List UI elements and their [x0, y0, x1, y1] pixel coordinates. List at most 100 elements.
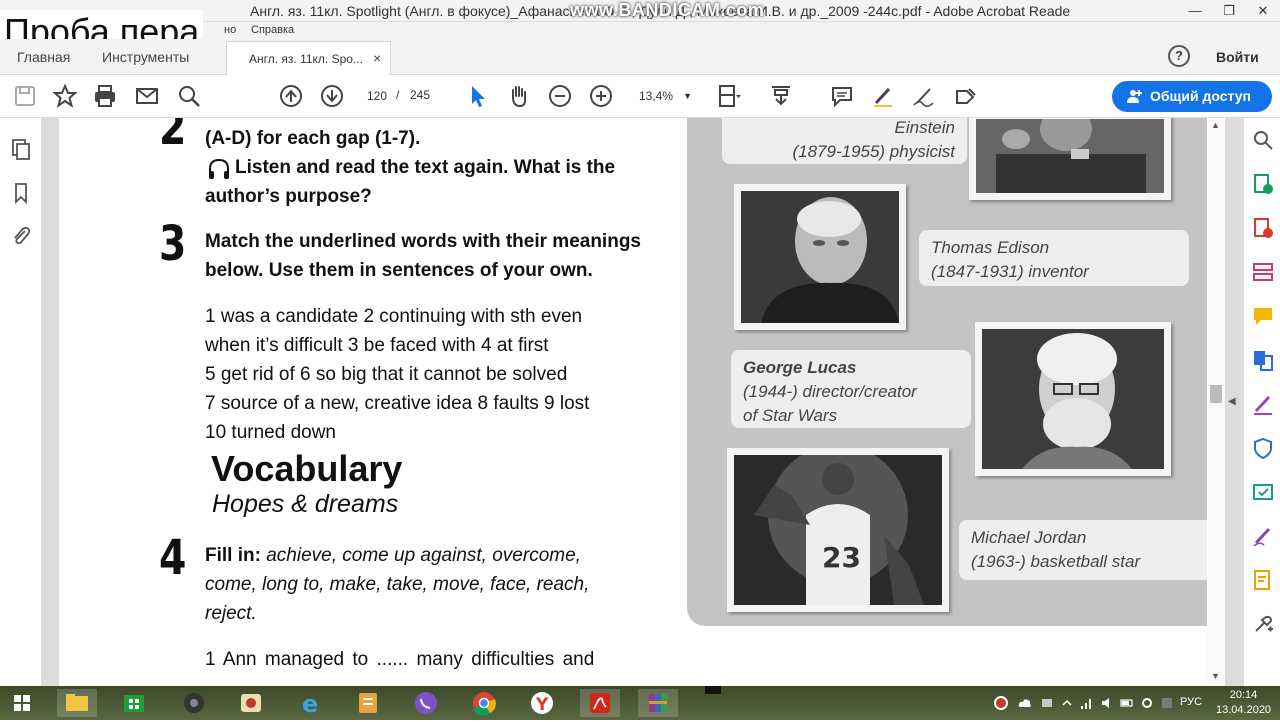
share-button[interactable]: Общий доступ — [1112, 81, 1272, 112]
page-separator: / — [396, 88, 400, 102]
start-icon[interactable] — [2, 689, 42, 717]
exercise-2-line1: (A-D) for each gap (1-7). — [205, 128, 421, 149]
ie-icon[interactable]: e — [291, 689, 331, 718]
save-icon[interactable] — [12, 83, 38, 109]
winrar-icon[interactable] — [638, 689, 678, 717]
minimize-button[interactable]: — — [1178, 0, 1212, 22]
svg-text:e: e — [302, 690, 318, 717]
zoom-in-icon[interactable] — [588, 83, 614, 109]
hand-tool-icon[interactable] — [506, 83, 532, 109]
caption-einstein-desc: (1879-1955) physicist — [792, 142, 955, 161]
jersey-number: 23 — [822, 541, 861, 574]
scroll-up-icon[interactable]: ▲ — [1211, 120, 1220, 130]
file-explorer-icon[interactable] — [57, 689, 97, 717]
print-icon[interactable] — [92, 83, 118, 109]
page-number-input[interactable]: 120 — [362, 85, 392, 107]
select-cursor-icon[interactable] — [465, 83, 491, 109]
menu-item-partial[interactable]: но — [224, 24, 236, 36]
record-icon[interactable] — [994, 696, 1008, 710]
tray-app-2-icon[interactable] — [1160, 696, 1174, 710]
sign-icon[interactable] — [953, 83, 979, 109]
edit-pdf-icon[interactable] — [1252, 525, 1274, 547]
exercise-3-item-line: 7 source of a new, creative idea 8 fault… — [205, 393, 590, 414]
caption-edison-name: Thomas Edison — [931, 238, 1050, 257]
zoom-search-icon[interactable] — [1252, 129, 1274, 151]
scroll-mode-icon[interactable] — [768, 83, 794, 109]
comment-icon[interactable] — [829, 83, 855, 109]
protect-icon[interactable] — [1252, 437, 1274, 460]
export-pdf-icon[interactable] — [1252, 173, 1274, 195]
volume-icon[interactable] — [1100, 696, 1114, 710]
page-layout-icon[interactable] — [716, 83, 742, 109]
tab-tools[interactable]: Инструменты — [102, 49, 189, 65]
network-icon[interactable] — [1080, 696, 1094, 710]
bookmark-star-icon[interactable] — [52, 83, 78, 109]
famous-people-panel: Einstein (1879-1955) physicist Thomas Ed… — [687, 118, 1209, 626]
draw-icon[interactable] — [911, 83, 937, 109]
vertical-scrollbar[interactable]: ▲ ▼ — [1207, 118, 1225, 686]
cloud-icon[interactable] — [1018, 696, 1032, 710]
fill-sign-icon[interactable] — [1252, 393, 1274, 415]
word-list-line1: achieve, come up against, overcome, — [260, 545, 581, 566]
chrome-icon[interactable] — [464, 689, 504, 717]
email-icon[interactable] — [134, 83, 160, 109]
request-signature-icon[interactable] — [1252, 569, 1274, 591]
tab-home[interactable]: Главная — [17, 49, 70, 65]
bookmarks-icon[interactable] — [9, 181, 33, 205]
attachment-icon[interactable] — [9, 224, 33, 248]
exercise-3-item-line: when it’s difficult 3 be faced with 4 at… — [205, 335, 549, 356]
taskbar-marker — [705, 686, 721, 694]
help-icon[interactable]: ? — [1168, 45, 1190, 67]
highlight-pen-icon[interactable] — [870, 83, 896, 109]
tray-app-icon[interactable] — [1040, 696, 1054, 710]
exercise-2-line3: author’s purpose? — [205, 186, 372, 207]
close-tab-icon[interactable]: × — [373, 50, 381, 66]
chevron-up-icon[interactable] — [1060, 696, 1074, 710]
settings-tray-icon[interactable] — [1140, 696, 1154, 710]
scrollbar-thumb[interactable] — [1210, 385, 1222, 403]
send-for-review-icon[interactable] — [1252, 481, 1274, 503]
document-area: 2 (A-D) for each gap (1-7). Listen and r… — [42, 118, 1243, 686]
caption-lucas-desc-1: (1944-) director/creator — [743, 382, 917, 401]
page-thumbnails-icon[interactable] — [9, 138, 33, 162]
bandicam-watermark: www.BANDICAM.com — [570, 0, 765, 20]
photo-edison — [734, 184, 906, 330]
paint-icon[interactable] — [231, 689, 271, 717]
menu-item-help[interactable]: Справка — [251, 24, 294, 36]
close-window-button[interactable]: ✕ — [1246, 0, 1280, 22]
input-language[interactable]: РУС — [1180, 696, 1202, 708]
scroll-down-icon[interactable]: ▼ — [1211, 671, 1220, 681]
zoom-out-icon[interactable] — [547, 83, 573, 109]
create-pdf-icon[interactable] — [1252, 217, 1274, 239]
zoom-select[interactable]: 13,4% ▼ — [632, 85, 694, 107]
collapse-right-panel-icon[interactable]: ◀ — [1228, 396, 1236, 407]
headphones-icon — [209, 158, 229, 179]
exercise-2-number: 2 — [159, 118, 187, 156]
acrobat-icon[interactable] — [580, 689, 620, 717]
clock[interactable]: 20:14 13.04.2020 — [1216, 688, 1271, 718]
media-icon[interactable] — [174, 689, 214, 717]
word-list-line2: come, long to, make, take, move, face, r… — [205, 574, 590, 595]
photo-lucas — [975, 322, 1171, 476]
sign-in-link[interactable]: Войти — [1216, 49, 1259, 65]
previous-page-icon[interactable] — [278, 83, 304, 109]
docs-icon[interactable] — [348, 689, 388, 717]
vocabulary-heading: Vocabulary — [211, 448, 403, 489]
organize-pages-icon[interactable] — [1252, 261, 1274, 283]
next-page-icon[interactable] — [319, 83, 345, 109]
tab-document[interactable]: Англ. яз. 11кл. Spo... × — [226, 41, 391, 75]
yandex-icon[interactable]: Y — [522, 689, 562, 717]
restore-button[interactable]: ❐ — [1212, 0, 1246, 22]
battery-icon[interactable] — [1120, 696, 1134, 710]
combine-files-icon[interactable] — [1252, 349, 1274, 371]
add-user-icon — [1127, 90, 1142, 103]
comment-tool-icon[interactable] — [1252, 305, 1274, 327]
search-icon[interactable] — [176, 83, 202, 109]
viber-icon[interactable] — [406, 689, 446, 717]
store-icon[interactable] — [114, 689, 154, 717]
caption-edison-desc: (1847-1931) inventor — [931, 262, 1089, 281]
exercise-4-sentence-1: 1 Ann managed to ...... many difficultie… — [205, 649, 595, 670]
caption-lucas-name: George Lucas — [743, 358, 857, 377]
pdf-page: 2 (A-D) for each gap (1-7). Listen and r… — [59, 118, 1209, 686]
more-tools-icon[interactable] — [1252, 613, 1274, 635]
